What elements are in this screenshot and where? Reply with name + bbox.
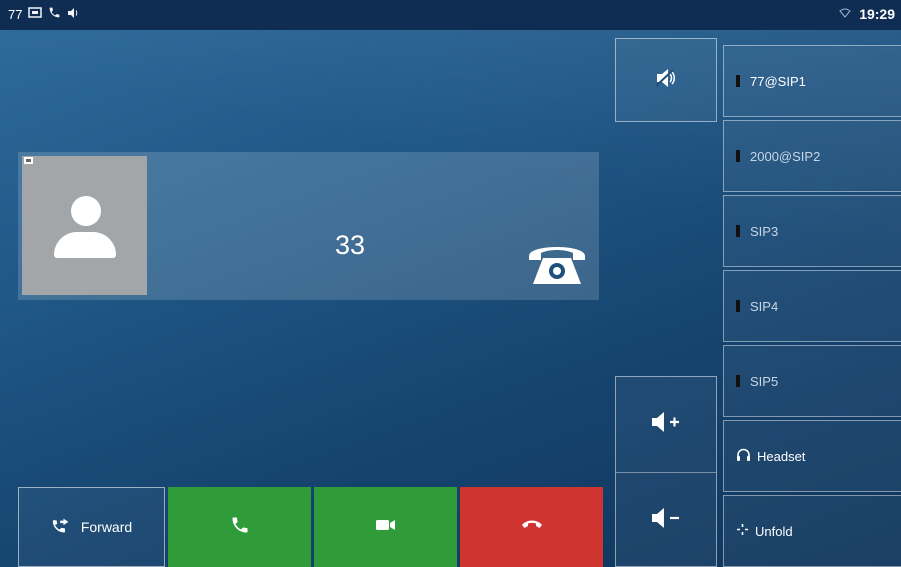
hang-up-icon <box>521 518 543 536</box>
contact-avatar <box>22 156 147 295</box>
forward-icon <box>51 517 71 538</box>
caller-number: 33 <box>334 230 366 260</box>
line-key-label: 77@SIP1 <box>750 73 806 89</box>
video-camera-icon <box>375 518 396 536</box>
flag-icon <box>24 157 33 170</box>
handset-icon <box>230 515 250 540</box>
mute-button[interactable] <box>615 38 717 122</box>
unfold-icon <box>736 523 749 539</box>
phone-screen: 77 19:29 33 77@SIP1 2000@SIP2 SIP3 SIP4 … <box>0 0 901 567</box>
reject-button[interactable] <box>460 487 603 567</box>
line-key-label: 2000@SIP2 <box>750 148 821 164</box>
telephone-icon <box>525 236 589 292</box>
line-key-1[interactable]: 77@SIP1 <box>723 45 901 117</box>
line-status-indicator <box>736 375 740 387</box>
line-key-4[interactable]: SIP4 <box>723 270 901 342</box>
status-right: 19:29 <box>839 6 895 22</box>
headset-key[interactable]: Headset <box>723 420 901 492</box>
status-bar: 77 19:29 <box>0 0 901 30</box>
forward-button[interactable]: Forward <box>18 487 165 567</box>
volume-up-button[interactable] <box>616 377 716 472</box>
headset-label: Headset <box>757 448 806 464</box>
line-status-indicator <box>736 150 740 162</box>
forward-label: Forward <box>80 519 133 535</box>
line-key-5[interactable]: SIP5 <box>723 345 901 417</box>
unfold-key[interactable]: Unfold <box>723 495 901 567</box>
answer-button[interactable] <box>168 487 311 567</box>
line-key-label: SIP3 <box>750 223 779 239</box>
voicemail-icon <box>28 6 43 22</box>
speaker-mute-icon <box>655 68 677 93</box>
line-key-label: SIP4 <box>750 298 779 314</box>
unfold-label: Unfold <box>755 523 793 539</box>
headset-icon <box>736 448 751 465</box>
volume-control <box>615 376 717 567</box>
line-key-3[interactable]: SIP3 <box>723 195 901 267</box>
account-label: 77 <box>8 6 23 22</box>
wifi-icon <box>839 6 851 22</box>
video-call-button[interactable] <box>314 487 457 567</box>
volume-up-icon <box>651 411 681 438</box>
line-status-indicator <box>736 75 740 87</box>
line-status-indicator <box>736 300 740 312</box>
status-left: 77 <box>8 6 79 22</box>
line-key-2[interactable]: 2000@SIP2 <box>723 120 901 192</box>
speaker-icon <box>67 7 79 22</box>
line-key-label: SIP5 <box>750 373 779 389</box>
phone-icon <box>48 6 61 22</box>
volume-down-button[interactable] <box>616 473 716 567</box>
line-status-indicator <box>736 225 740 237</box>
clock: 19:29 <box>859 6 895 22</box>
volume-down-icon <box>651 507 681 534</box>
